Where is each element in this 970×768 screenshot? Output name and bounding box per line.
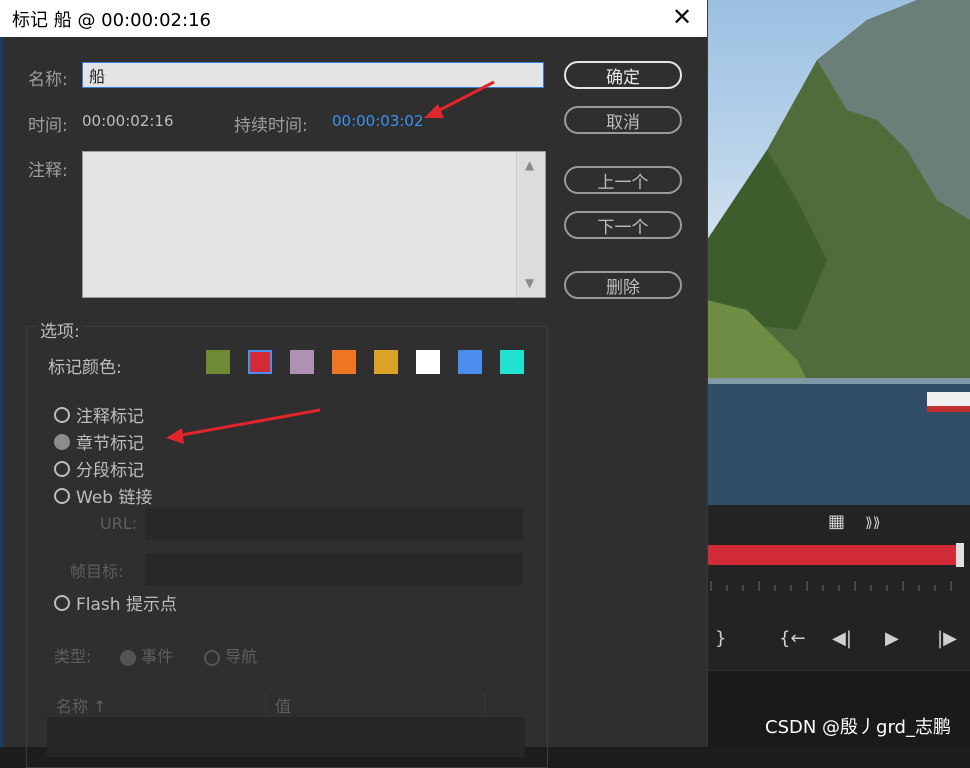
url-label: URL: bbox=[100, 514, 138, 533]
name-input[interactable] bbox=[82, 62, 544, 88]
radio-comment-marker[interactable]: 注释标记 bbox=[54, 402, 144, 427]
comment-textarea[interactable]: ▲ ▼ bbox=[82, 151, 546, 298]
video-preview bbox=[707, 0, 970, 505]
playhead-handle[interactable] bbox=[956, 543, 964, 567]
options-label: 选项: bbox=[38, 317, 82, 342]
scroll-up-icon[interactable]: ▲ bbox=[525, 158, 534, 172]
radio-label: Web 链接 bbox=[76, 488, 153, 508]
playhead-range-bar[interactable] bbox=[707, 545, 956, 565]
color-swatch-2[interactable] bbox=[290, 350, 314, 374]
scroll-down-icon[interactable]: ▼ bbox=[525, 276, 534, 290]
step-back-icon[interactable]: ◀| bbox=[832, 630, 852, 648]
color-swatch-1[interactable] bbox=[248, 350, 272, 374]
comment-scrollbar[interactable]: ▲ ▼ bbox=[516, 152, 545, 297]
time-ruler bbox=[710, 581, 952, 591]
cue-point-table[interactable] bbox=[47, 717, 525, 757]
radio-web-link[interactable]: Web 链接 bbox=[54, 483, 152, 508]
audio-waveform-icon[interactable]: ⟫⟫ bbox=[865, 514, 881, 532]
radio-label: 章节标记 bbox=[76, 434, 144, 454]
comment-label: 注释: bbox=[28, 161, 68, 181]
radio-segment-marker[interactable]: 分段标记 bbox=[54, 456, 144, 481]
delete-button[interactable]: 删除 bbox=[564, 271, 682, 299]
marker-color-label: 标记颜色: bbox=[48, 358, 122, 378]
duration-value[interactable]: 00:00:03:02 bbox=[332, 112, 424, 130]
column-name-label: 名称 bbox=[56, 697, 89, 716]
column-value-header[interactable]: 值 bbox=[275, 693, 291, 717]
radio-button[interactable] bbox=[54, 460, 70, 477]
mark-out-icon[interactable]: } bbox=[715, 630, 726, 648]
go-to-in-icon[interactable]: {← bbox=[779, 630, 806, 648]
radio-button[interactable] bbox=[54, 487, 70, 504]
color-swatch-0[interactable] bbox=[206, 350, 230, 374]
play-icon[interactable]: ▶ bbox=[885, 630, 899, 648]
color-swatch-6[interactable] bbox=[458, 350, 482, 374]
column-name-header[interactable]: 名称 ↑ bbox=[56, 693, 107, 717]
titlebar: 标记 船 @ 00:00:02:16 ✕ bbox=[0, 0, 707, 37]
radio-label: 注释标记 bbox=[76, 407, 144, 427]
frame-target-label: 帧目标: bbox=[70, 562, 124, 581]
type-event-label: 事件 bbox=[141, 647, 174, 666]
radio-button[interactable] bbox=[120, 649, 136, 666]
color-swatch-3[interactable] bbox=[332, 350, 356, 374]
column-divider bbox=[484, 692, 485, 714]
prev-button[interactable]: 上一个 bbox=[564, 166, 682, 194]
url-input[interactable] bbox=[145, 508, 523, 540]
next-button[interactable]: 下一个 bbox=[564, 211, 682, 239]
name-label: 名称: bbox=[28, 70, 68, 90]
radio-label: Flash 提示点 bbox=[76, 595, 177, 615]
cancel-button[interactable]: 取消 bbox=[564, 106, 682, 134]
column-divider bbox=[265, 692, 266, 714]
monitor-controls: ▦ ⟫⟫ } {← ◀| ▶ |▶ bbox=[707, 505, 970, 748]
type-nav-option[interactable]: 导航 bbox=[204, 643, 257, 667]
close-icon[interactable]: ✕ bbox=[672, 3, 692, 31]
radio-button[interactable] bbox=[204, 649, 220, 666]
radio-button[interactable] bbox=[54, 406, 70, 423]
radio-chapter-marker[interactable]: 章节标记 bbox=[54, 429, 144, 454]
dialog-title: 标记 船 @ 00:00:02:16 bbox=[12, 10, 211, 31]
step-forward-icon[interactable]: |▶ bbox=[937, 630, 957, 648]
radio-button[interactable] bbox=[54, 594, 70, 611]
radio-flash-cue[interactable]: Flash 提示点 bbox=[54, 590, 177, 615]
film-icon[interactable]: ▦ bbox=[828, 513, 845, 531]
color-swatch-5[interactable] bbox=[416, 350, 440, 374]
window-edge bbox=[0, 37, 3, 747]
marker-dialog: 标记 船 @ 00:00:02:16 ✕ 名称: 时间: 00:00:02:16… bbox=[0, 0, 708, 768]
type-label: 类型: bbox=[54, 647, 92, 666]
sort-up-arrow-icon: ↑ bbox=[93, 697, 107, 716]
watermark: CSDN @殷丿grd_志鹏 bbox=[765, 717, 951, 738]
radio-label: 分段标记 bbox=[76, 461, 144, 481]
landscape-image bbox=[707, 0, 970, 505]
time-value: 00:00:02:16 bbox=[82, 112, 174, 130]
radio-button[interactable] bbox=[54, 433, 70, 450]
type-nav-label: 导航 bbox=[225, 647, 258, 666]
time-label: 时间: bbox=[28, 116, 68, 136]
type-event-option[interactable]: 事件 bbox=[120, 643, 173, 667]
color-swatch-7[interactable] bbox=[500, 350, 524, 374]
frame-target-input[interactable] bbox=[145, 553, 523, 585]
color-swatch-4[interactable] bbox=[374, 350, 398, 374]
ok-button[interactable]: 确定 bbox=[564, 61, 682, 89]
duration-label: 持续时间: bbox=[234, 116, 308, 136]
